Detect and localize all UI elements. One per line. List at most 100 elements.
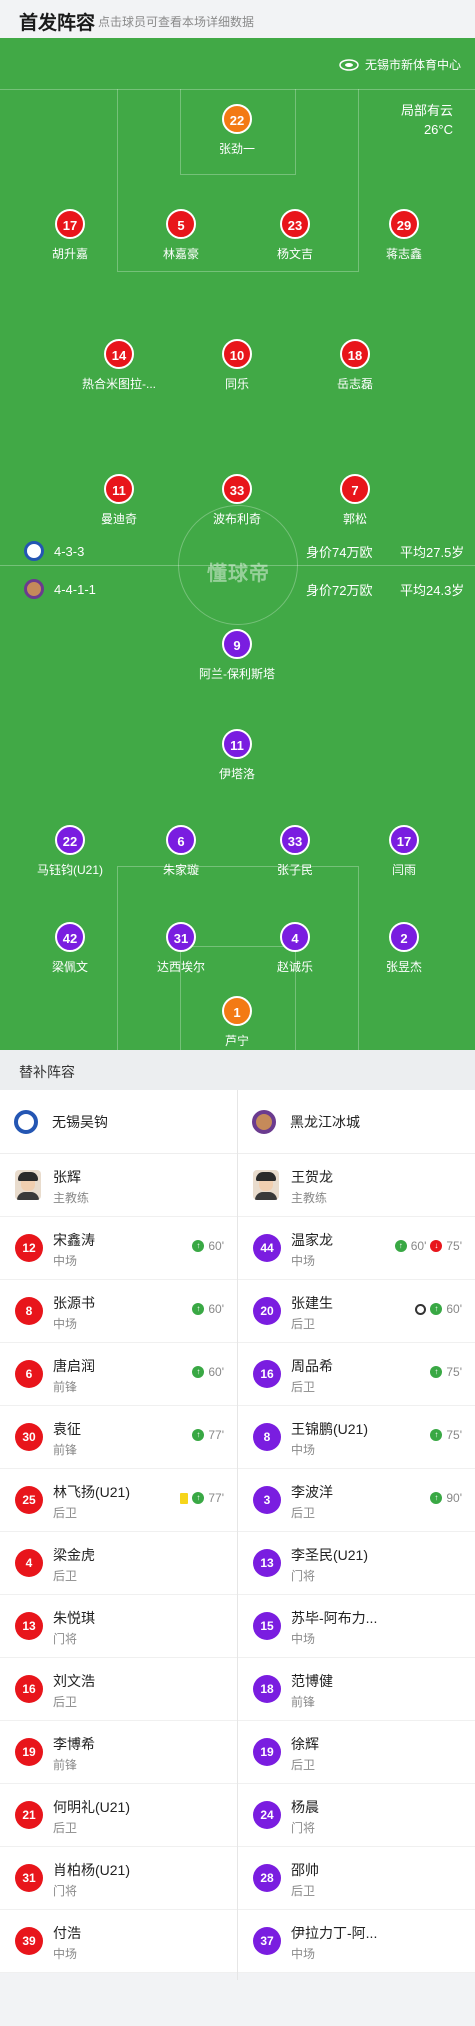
home-player-17[interactable]: 17 胡升嘉	[10, 209, 130, 262]
home-player-29[interactable]: 29 蒋志鑫	[344, 209, 464, 262]
home-player-5[interactable]: 5 林嘉豪	[121, 209, 241, 262]
coach-name: 张辉	[53, 1169, 81, 1185]
away-player-9[interactable]: 9 阿兰-保利斯塔	[177, 629, 297, 682]
jersey-number: 33	[222, 474, 252, 504]
jersey-number: 17	[389, 825, 419, 855]
away-sub-row-24[interactable]: 24 杨晨 门将	[238, 1784, 475, 1847]
home-sub-row-12[interactable]: 12 宋鑫涛 中场 ↑ 60'	[0, 1217, 237, 1280]
home-sub-row-39[interactable]: 39 付浩 中场	[0, 1910, 237, 1973]
home-player-18[interactable]: 18 岳志磊	[295, 339, 415, 392]
jersey-number: 8	[15, 1297, 43, 1325]
player-name: 蒋志鑫	[385, 247, 422, 261]
home-sub-row-31[interactable]: 31 肖柏杨(U21) 门将	[0, 1847, 237, 1910]
home-player-11[interactable]: 11 曼迪奇	[59, 474, 179, 527]
away-player-22[interactable]: 22 马钰钧(U21)	[10, 825, 130, 878]
goal-ball-icon	[415, 1303, 427, 1315]
match-events: ↑ 60'	[192, 1302, 224, 1316]
player-name: 张昱杰	[385, 960, 422, 974]
player-name: 何明礼(U21)	[53, 1799, 131, 1815]
home-sub-row-8[interactable]: 8 张源书中场 ↑ 60'	[0, 1280, 237, 1343]
away-coach-row[interactable]: 王贺龙 主教练	[238, 1154, 475, 1217]
sub-in-icon: ↑	[394, 1240, 407, 1252]
away-sub-row-8[interactable]: 8 王锦鹏(U21) 中场 ↑ 75'	[238, 1406, 475, 1469]
home-sub-row-30[interactable]: 30 袁征 前锋 ↑ 77'	[0, 1406, 237, 1469]
away-sub-row-19[interactable]: 19 徐辉 后卫	[238, 1721, 475, 1784]
away-sub-row-13[interactable]: 13 李圣民(U21) 门将	[238, 1532, 475, 1595]
subs-header: 替补阵容	[0, 1050, 475, 1090]
away-player-6[interactable]: 6 朱家璇	[121, 825, 241, 878]
match-events: ↑ 77'	[192, 1428, 224, 1442]
home-sub-row-19[interactable]: 19 李博希 前锋	[0, 1721, 237, 1784]
coach-role: 主教练	[291, 1191, 328, 1205]
away-sub-row-3[interactable]: 3 李波洋 后卫 ↑ 90'	[238, 1469, 475, 1532]
away-avg-age: 平均24.3岁	[400, 582, 465, 598]
player-position: 后卫	[53, 1695, 78, 1709]
away-team-header[interactable]: 黑龙江冰城	[238, 1090, 475, 1154]
away-sub-row-20[interactable]: 20 张建生 后卫 ↑ 60'	[238, 1280, 475, 1343]
jersey-number: 9	[222, 629, 252, 659]
away-subs-column: 黑龙江冰城 王贺龙 主教练 44 温家龙 中场 ↑ 60' ↓ 75' 20 张建生 后卫 ↑ 60'…	[238, 1090, 475, 1973]
home-team-logo-icon	[14, 1109, 38, 1134]
player-name: 赵诚乐	[276, 960, 313, 974]
away-player-42[interactable]: 42 梁佩文	[10, 922, 130, 975]
away-sub-row-18[interactable]: 18 范博健 前锋	[238, 1658, 475, 1721]
home-subs-column: 无锡吴钩 张辉 主教练 12 宋鑫涛 中场 ↑ 60' 8 张源书中场 ↑ 60' 6 唐启润 前锋 ↑…	[0, 1090, 237, 1973]
sub-in-minute: 60'	[410, 1239, 427, 1253]
home-sub-row-13[interactable]: 13 朱悦琪 门将	[0, 1595, 237, 1658]
home-player-7[interactable]: 7 郭松	[295, 474, 415, 527]
home-player-22[interactable]: 22 张劲一	[177, 104, 297, 157]
away-player-11[interactable]: 11 伊塔洛	[177, 729, 297, 782]
player-name: 阿兰-保利斯塔	[199, 667, 275, 681]
sub-in-minute: 75'	[446, 1428, 462, 1442]
player-position: 后卫	[291, 1506, 316, 1520]
home-team-header[interactable]: 无锡吴钩	[0, 1090, 237, 1154]
jersey-number: 44	[253, 1234, 281, 1262]
away-sub-row-37[interactable]: 37 伊拉力丁-阿... 中场	[238, 1910, 475, 1973]
home-sub-row-25[interactable]: 25 林飞扬(U21) 后卫 ↑ 77'	[0, 1469, 237, 1532]
jersey-number: 28	[253, 1864, 281, 1892]
jersey-number: 30	[15, 1423, 43, 1451]
away-player-2[interactable]: 2 张昱杰	[344, 922, 464, 975]
jersey-number: 13	[253, 1549, 281, 1577]
player-name: 张源书	[53, 1295, 95, 1311]
away-player-33[interactable]: 33 张子民	[235, 825, 355, 878]
away-sub-row-44[interactable]: 44 温家龙 中场 ↑ 60' ↓ 75'	[238, 1217, 475, 1280]
away-formation: 4-4-1-1	[54, 581, 96, 597]
page-title: 首发阵容	[19, 13, 96, 34]
jersey-number: 3	[253, 1486, 281, 1514]
player-name: 付浩	[53, 1925, 81, 1941]
away-sub-row-28[interactable]: 28 邵帅 后卫	[238, 1847, 475, 1910]
away-sub-row-15[interactable]: 15 苏毕-阿布力... 中场	[238, 1595, 475, 1658]
home-sub-row-21[interactable]: 21 何明礼(U21) 后卫	[0, 1784, 237, 1847]
player-name: 范博健	[291, 1673, 333, 1689]
jersey-number: 23	[280, 209, 310, 239]
player-name: 李圣民(U21)	[291, 1547, 369, 1563]
jersey-number: 19	[15, 1738, 43, 1766]
player-name: 林飞扬(U21)	[53, 1484, 131, 1500]
away-player-4[interactable]: 4 赵诚乐	[235, 922, 355, 975]
away-player-31[interactable]: 31 达西埃尔	[121, 922, 241, 975]
away-team-summary[interactable]: 4-4-1-1 身价72万欧 平均24.3岁	[24, 579, 464, 599]
jersey-number: 18	[340, 339, 370, 369]
player-name: 伊塔洛	[218, 767, 255, 781]
home-sub-row-6[interactable]: 6 唐启润 前锋 ↑ 60'	[0, 1343, 237, 1406]
player-name: 唐启润	[53, 1358, 95, 1374]
home-team-summary[interactable]: 4-3-3 身价74万欧 平均27.5岁	[24, 541, 464, 561]
home-sub-row-16[interactable]: 16 刘文浩 后卫	[0, 1658, 237, 1721]
home-player-14[interactable]: 14 热合米图拉-...	[59, 339, 179, 392]
jersey-number: 16	[253, 1360, 281, 1388]
home-player-33[interactable]: 33 波布利奇	[177, 474, 297, 527]
player-name: 王锦鹏(U21)	[291, 1421, 369, 1437]
jersey-number: 33	[280, 825, 310, 855]
stadium-icon	[339, 58, 359, 71]
home-sub-row-4[interactable]: 4 梁金虎 后卫	[0, 1532, 237, 1595]
home-player-10[interactable]: 10 同乐	[177, 339, 297, 392]
player-position: 后卫	[53, 1821, 78, 1835]
home-coach-row[interactable]: 张辉 主教练	[0, 1154, 237, 1217]
away-sub-row-16[interactable]: 16 周品希 后卫 ↑ 75'	[238, 1343, 475, 1406]
player-position: 中场	[53, 1317, 78, 1331]
home-player-23[interactable]: 23 杨文吉	[235, 209, 355, 262]
away-player-1[interactable]: 1 芦宁	[177, 996, 297, 1049]
away-player-17[interactable]: 17 闫雨	[344, 825, 464, 878]
away-team-name: 黑龙江冰城	[290, 1113, 360, 1130]
